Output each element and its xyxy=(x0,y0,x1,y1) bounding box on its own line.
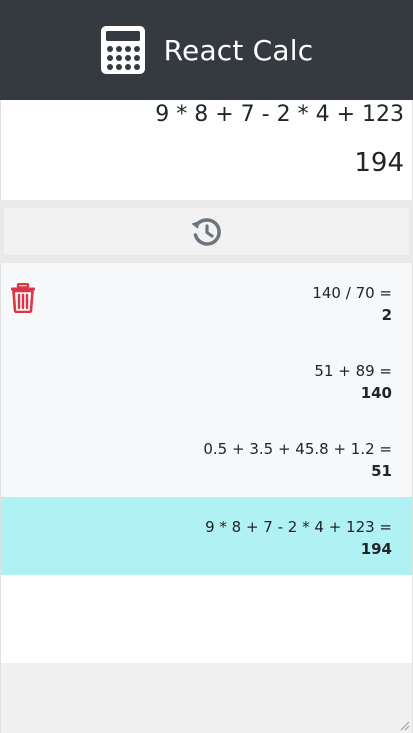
history-entry-expression: 9 * 8 + 7 - 2 * 4 + 123 = xyxy=(205,518,392,536)
history-icon xyxy=(191,217,221,246)
resize-grip-icon[interactable] xyxy=(398,719,410,731)
calculator-icon xyxy=(100,26,145,74)
history-entry-expression: 51 + 89 = xyxy=(314,362,392,380)
history-entry-result: 140 xyxy=(360,384,392,402)
history-panel: 140 / 70 = 2 51 + 89 = 140 0.5 + 3.5 + 4… xyxy=(0,263,413,663)
current-expression: 9 * 8 + 7 - 2 * 4 + 123 xyxy=(155,102,404,127)
history-entry[interactable]: 51 + 89 = 140 xyxy=(1,341,412,419)
history-entry[interactable]: 0.5 + 3.5 + 45.8 + 1.2 = 51 xyxy=(1,419,412,497)
app-title: React Calc xyxy=(163,33,314,67)
history-entry-result: 2 xyxy=(381,306,392,324)
history-entry-expression: 140 / 70 = xyxy=(312,284,392,302)
history-toggle-button[interactable] xyxy=(4,208,409,255)
history-entry[interactable]: 140 / 70 = 2 xyxy=(1,263,412,341)
history-entry-expression: 0.5 + 3.5 + 45.8 + 1.2 = xyxy=(203,440,392,458)
history-toolbar xyxy=(0,200,413,263)
history-entry-result: 194 xyxy=(360,540,392,558)
current-result: 194 xyxy=(354,148,404,178)
calculator-display: 9 * 8 + 7 - 2 * 4 + 123 194 xyxy=(0,100,413,200)
trash-icon[interactable] xyxy=(10,283,36,313)
footer-area xyxy=(0,663,413,733)
history-entry[interactable]: 9 * 8 + 7 - 2 * 4 + 123 = 194 xyxy=(1,497,412,575)
history-list: 140 / 70 = 2 51 + 89 = 140 0.5 + 3.5 + 4… xyxy=(1,263,412,575)
app-header: React Calc xyxy=(0,0,413,100)
history-entry-result: 51 xyxy=(371,462,392,480)
